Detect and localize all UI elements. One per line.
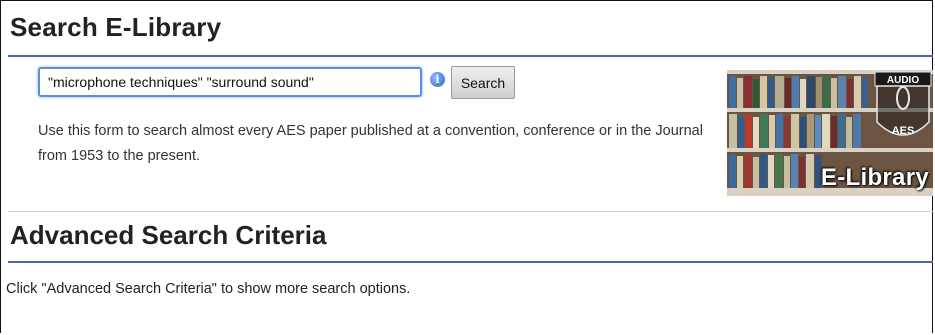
search-button[interactable]: Search (451, 66, 515, 99)
section-divider (8, 211, 933, 212)
advanced-divider (8, 261, 933, 263)
e-library-label: E-Library (820, 164, 929, 191)
search-description: Use this form to search almost every AES… (38, 123, 703, 164)
title-divider (8, 55, 933, 57)
page-title: Search E-Library (10, 12, 222, 42)
logo-audio-text: AUDIO (887, 75, 919, 86)
info-icon[interactable]: i (430, 72, 445, 87)
logo-aes-text: AES (892, 125, 915, 137)
e-library-banner: AUDIO AES E-Library (727, 70, 933, 196)
aes-logo: AUDIO AES (874, 71, 932, 137)
advanced-search-hint: Click "Advanced Search Criteria" to show… (6, 281, 411, 297)
advanced-search-heading[interactable]: Advanced Search Criteria (10, 220, 326, 251)
search-input[interactable] (38, 67, 422, 97)
